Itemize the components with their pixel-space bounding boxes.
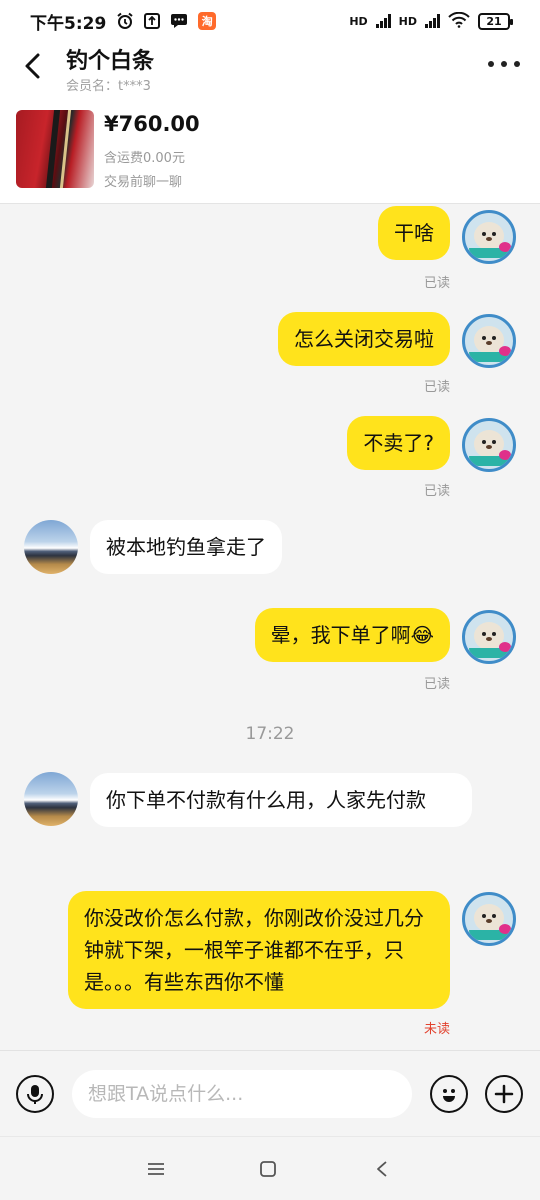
emoji-button[interactable] (430, 1075, 468, 1113)
my-avatar[interactable] (462, 418, 516, 472)
more-dot-icon (488, 61, 494, 67)
my-avatar[interactable] (462, 210, 516, 264)
signal-icon (375, 14, 391, 28)
read-status: 已读 (423, 484, 450, 499)
chat-list[interactable]: 干啥 已读 怎么关闭交易啦 已读 不卖了? 已读 被本地钓鱼拿走了 晕，我下单了… (0, 204, 540, 1050)
signal-icon-2 (425, 14, 440, 28)
message-icon (170, 12, 188, 30)
message-bubble-sent[interactable]: 晕，我下单了啊😂 (254, 608, 450, 662)
microphone-icon (27, 1085, 43, 1104)
home-button[interactable] (254, 1155, 282, 1183)
network-label-1: HD (349, 14, 368, 28)
message-bubble-sent[interactable]: 你没改价怎么付款，你刚改价没过几分钟就下架，一根竿子谁都不在乎，只是。。。有些东… (68, 891, 450, 1009)
product-image[interactable] (16, 110, 94, 188)
chevron-left-icon (25, 53, 40, 79)
shipping-fee: 含运费0.00元 (104, 151, 185, 166)
more-dot-icon (501, 61, 507, 67)
message-bubble-received[interactable]: 你下单不付款有什么用，人家先付款 (90, 773, 472, 827)
message-bubble-sent[interactable]: 怎么关闭交易啦 (278, 312, 450, 366)
back-nav-button[interactable] (368, 1155, 396, 1183)
message-input[interactable] (72, 1070, 412, 1118)
product-price: ¥760.00 (104, 112, 200, 136)
my-avatar[interactable] (462, 610, 516, 664)
back-triangle-icon (377, 1161, 387, 1177)
read-status: 已读 (423, 380, 450, 395)
message-bubble-sent[interactable]: 干啥 (378, 206, 450, 260)
status-time: 下午5:29 (30, 13, 107, 34)
menu-icon (148, 1163, 164, 1175)
page-title: 钓个白条 (66, 49, 155, 74)
network-label-2: HD (398, 14, 417, 28)
system-nav-bar (0, 1136, 540, 1200)
member-name: 会员名：t***3 (66, 79, 151, 94)
my-avatar[interactable] (462, 892, 516, 946)
unread-status: 未读 (423, 1022, 450, 1037)
plus-icon (494, 1084, 514, 1104)
contact-avatar[interactable] (24, 772, 78, 826)
upload-icon (144, 13, 161, 29)
home-square-icon (260, 1161, 276, 1177)
product-card[interactable]: ¥760.00 含运费0.00元 交易前聊一聊 (0, 100, 540, 204)
message-bubble-received[interactable]: 被本地钓鱼拿走了 (90, 520, 282, 574)
contact-avatar[interactable] (24, 520, 78, 574)
message-bubble-sent[interactable]: 不卖了? (347, 416, 450, 470)
more-dot-icon (514, 61, 520, 67)
plus-button[interactable] (485, 1075, 523, 1113)
read-status: 已读 (423, 677, 450, 692)
alarm-clock-icon (116, 12, 134, 30)
back-button[interactable] (18, 50, 50, 82)
message-timestamp: 17:22 (245, 724, 295, 744)
menu-button[interactable] (142, 1155, 170, 1183)
battery-icon: 21 (478, 12, 513, 30)
wifi-icon (448, 11, 470, 31)
chat-header: 钓个白条 会员名：t***3 (0, 42, 540, 100)
chat-hint: 交易前聊一聊 (104, 175, 183, 190)
status-bar: 下午5:29 淘 HD HD 21 (0, 0, 540, 42)
taobao-app-icon: 淘 (198, 12, 217, 30)
input-bar (0, 1050, 540, 1136)
voice-button[interactable] (16, 1075, 54, 1113)
more-button[interactable] (488, 54, 520, 74)
my-avatar[interactable] (462, 314, 516, 368)
read-status: 已读 (423, 276, 450, 291)
emoji-icon (443, 1089, 455, 1102)
